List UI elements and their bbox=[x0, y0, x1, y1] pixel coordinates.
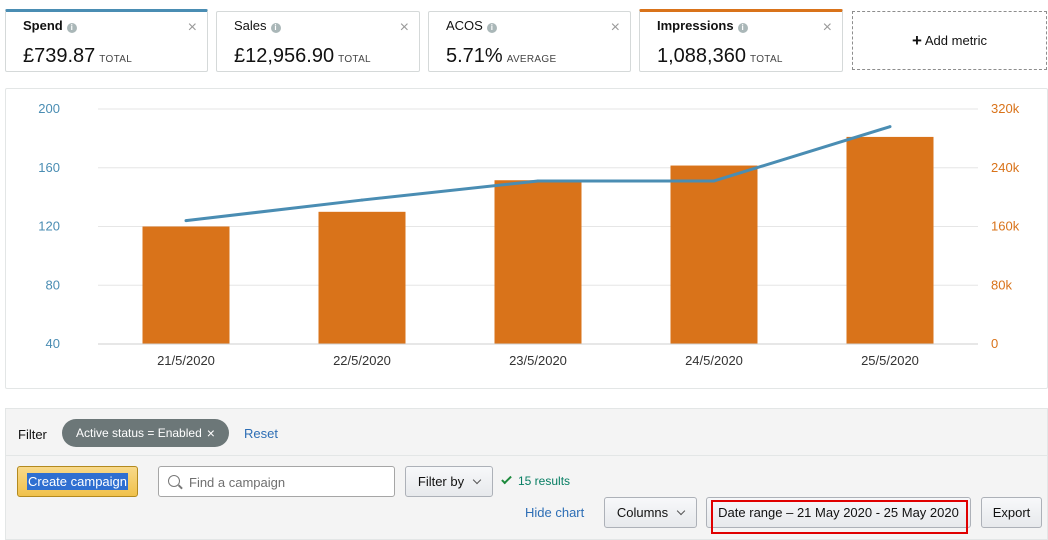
left-axis-tick-label: 40 bbox=[46, 336, 60, 351]
metric-unit: AVERAGE bbox=[506, 54, 557, 65]
left-axis-tick-label: 200 bbox=[38, 101, 60, 116]
export-label: Export bbox=[992, 505, 1031, 520]
close-icon[interactable]: × bbox=[207, 425, 215, 441]
close-icon[interactable]: × bbox=[611, 20, 620, 36]
metric-unit: TOTAL bbox=[99, 54, 133, 65]
results-label: 15 results bbox=[518, 474, 571, 488]
search-input[interactable] bbox=[189, 473, 384, 491]
hide-chart-link[interactable]: Hide chart bbox=[525, 505, 584, 520]
columns-dropdown[interactable]: Columns bbox=[604, 497, 697, 528]
metric-name: ACOS i bbox=[446, 18, 497, 33]
chevron-down-icon bbox=[676, 506, 686, 515]
spend-point bbox=[360, 198, 364, 202]
info-icon[interactable]: i bbox=[270, 23, 281, 33]
chevron-down-icon bbox=[472, 475, 482, 484]
metric-value: £739.87 TOTAL bbox=[23, 45, 133, 67]
metric-name: Spend i bbox=[23, 18, 77, 33]
metric-card-impressions[interactable]: Impressions i × 1,088,360 TOTAL bbox=[639, 9, 843, 72]
metric-value: 1,088,360 TOTAL bbox=[657, 45, 783, 67]
right-axis-tick-label: 0 bbox=[991, 336, 998, 351]
spend-point bbox=[184, 219, 188, 223]
info-icon[interactable]: i bbox=[66, 23, 77, 33]
x-axis-tick-label: 25/5/2020 bbox=[861, 353, 919, 368]
x-axis-tick-label: 24/5/2020 bbox=[685, 353, 743, 368]
metric-unit: TOTAL bbox=[749, 54, 783, 65]
plus-icon: + bbox=[911, 30, 922, 50]
date-range-button[interactable]: Date range – 21 May 2020 - 25 May 2020 bbox=[706, 497, 971, 528]
metric-name: Sales i bbox=[234, 18, 281, 33]
spend-point bbox=[712, 179, 716, 183]
metric-name: Impressions i bbox=[657, 18, 748, 33]
results-count: 15 results bbox=[501, 473, 571, 488]
impressions-bar bbox=[318, 211, 406, 344]
metric-value: £12,956.90 TOTAL bbox=[234, 45, 371, 67]
metric-value: 5.71% AVERAGE bbox=[446, 45, 557, 67]
chart-svg: 40 80 120 160 200 0 80k 160k 240k 320k 21/5/2020 22… bbox=[38, 101, 1020, 368]
x-axis-tick-label: 21/5/2020 bbox=[157, 353, 215, 368]
left-axis-tick-label: 80 bbox=[46, 277, 60, 292]
metric-card-sales[interactable]: Sales i × £12,956.90 TOTAL bbox=[216, 11, 420, 72]
metric-card-acos[interactable]: ACOS i × 5.71% AVERAGE bbox=[428, 11, 631, 72]
right-axis-tick-label: 320k bbox=[991, 101, 1020, 116]
campaign-search[interactable] bbox=[158, 466, 395, 497]
columns-label: Columns bbox=[616, 505, 669, 520]
metric-card-spend[interactable]: Spend i × £739.87 TOTAL bbox=[5, 9, 208, 72]
impressions-bar bbox=[670, 165, 758, 344]
filter-pill-active-status[interactable]: Active status = Enabled × bbox=[62, 419, 229, 447]
impressions-bar bbox=[846, 136, 934, 344]
date-range-label: Date range – 21 May 2020 - 25 May 2020 bbox=[718, 505, 959, 520]
right-axis-tick-label: 160k bbox=[991, 219, 1020, 234]
export-button[interactable]: Export bbox=[981, 497, 1042, 528]
spend-point bbox=[888, 125, 892, 129]
reset-link[interactable]: Reset bbox=[244, 426, 278, 441]
search-icon bbox=[168, 475, 180, 487]
left-axis-tick-label: 160 bbox=[38, 160, 60, 175]
filter-by-label: Filter by bbox=[417, 474, 465, 489]
divider bbox=[5, 455, 1048, 456]
spend-point bbox=[536, 179, 540, 183]
x-axis-tick-label: 23/5/2020 bbox=[509, 353, 567, 368]
x-axis-tick-label: 22/5/2020 bbox=[333, 353, 391, 368]
close-icon[interactable]: × bbox=[823, 20, 832, 36]
right-axis-tick-label: 240k bbox=[991, 160, 1020, 175]
info-icon[interactable]: i bbox=[486, 23, 497, 33]
check-icon bbox=[501, 473, 512, 485]
add-metric-label: Add metric bbox=[924, 33, 988, 48]
create-campaign-label: Create campaign bbox=[27, 473, 128, 490]
info-icon[interactable]: i bbox=[737, 23, 748, 33]
close-icon[interactable]: × bbox=[400, 20, 409, 36]
create-campaign-button[interactable]: Create campaign bbox=[17, 466, 138, 497]
left-axis-tick-label: 120 bbox=[38, 219, 60, 234]
filter-pill-label: Active status = Enabled bbox=[76, 426, 202, 440]
impressions-bar bbox=[494, 180, 582, 344]
impressions-bar bbox=[142, 226, 230, 344]
close-icon[interactable]: × bbox=[188, 20, 197, 36]
metric-unit: TOTAL bbox=[338, 54, 371, 65]
add-metric-button[interactable]: + Add metric bbox=[852, 11, 1047, 70]
performance-chart: 40 80 120 160 200 0 80k 160k 240k 320k 21/5/2020 22… bbox=[5, 88, 1048, 389]
filter-label: Filter bbox=[18, 427, 47, 442]
filter-by-dropdown[interactable]: Filter by bbox=[405, 466, 493, 497]
right-axis-tick-label: 80k bbox=[991, 277, 1012, 292]
